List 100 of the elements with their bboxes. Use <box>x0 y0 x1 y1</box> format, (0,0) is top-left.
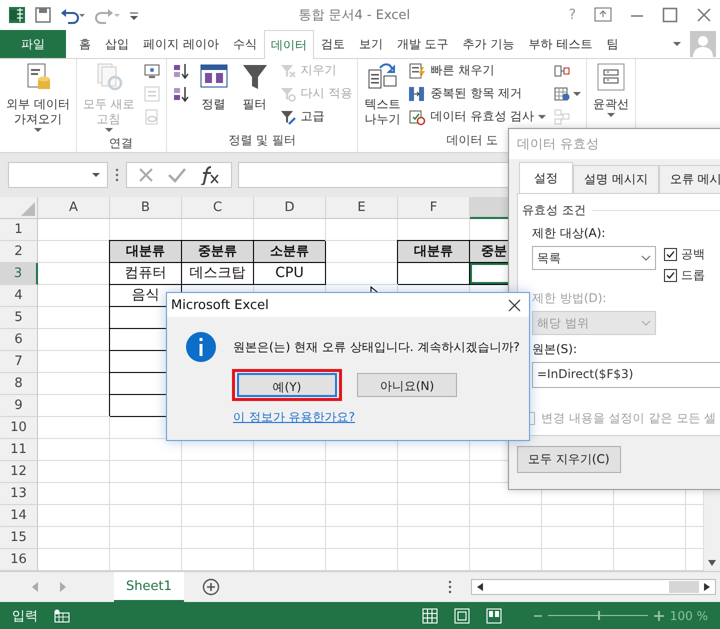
group-label: 정렬 및 필터 <box>228 132 296 149</box>
dialog-tab[interactable]: 오류 메시 <box>658 165 720 193</box>
zoom-in-icon[interactable] <box>654 610 664 620</box>
checkbox-option[interactable]: 드롭 <box>664 267 705 284</box>
monitor-icon[interactable] <box>142 62 161 80</box>
table-cell <box>398 527 470 549</box>
ribbon-button[interactable]: 외부 데이터 가져오기 <box>3 59 73 152</box>
table-cell <box>110 483 182 505</box>
table-cell <box>542 527 614 549</box>
row-header[interactable]: 14 <box>0 505 38 527</box>
scroll-down-icon[interactable] <box>707 559 717 567</box>
table-cell <box>326 483 398 505</box>
ribbon-button[interactable]: 텍스트 나누기 <box>361 59 404 132</box>
scroll-left-icon[interactable] <box>476 582 484 592</box>
sort-ascending-icon[interactable] <box>172 62 190 80</box>
what-if-icon[interactable] <box>553 84 572 102</box>
dialog-title: 데이터 유효성 <box>509 129 720 159</box>
function-icon[interactable] <box>199 165 221 185</box>
row-header[interactable]: 1 <box>0 219 38 241</box>
row-header[interactable]: 9 <box>0 395 38 417</box>
table-cell <box>38 461 110 483</box>
table-cell <box>470 527 542 549</box>
row-header[interactable]: 8 <box>0 373 38 395</box>
caret-icon[interactable] <box>91 171 101 179</box>
ribbon-tab[interactable]: 데이터 <box>264 30 314 59</box>
row-header[interactable]: 5 <box>0 307 38 329</box>
checkbox[interactable] <box>664 269 677 282</box>
ribbon-button[interactable]: 필터 <box>236 59 274 132</box>
table-cell <box>38 483 110 505</box>
checkbox[interactable] <box>664 248 677 261</box>
source-field[interactable]: =InDirect($F$3) <box>532 362 720 388</box>
ribbon-button[interactable]: 중복된 항목 제거 <box>406 82 548 105</box>
table-cell <box>254 461 326 483</box>
checkbox-option[interactable]: 공백 <box>664 246 705 263</box>
dialog-tab[interactable]: 설명 메시지 <box>573 165 659 193</box>
undo-icon[interactable] <box>60 6 86 24</box>
table-cell <box>38 527 110 549</box>
data-validation-icon <box>408 108 426 126</box>
table-cell: 데스크탑 <box>182 263 254 285</box>
ribbon-tab[interactable]: 파일 <box>0 30 66 58</box>
allow-dropdown[interactable]: 목록 <box>532 246 656 270</box>
column-header[interactable]: A <box>38 197 110 219</box>
page-break-icon[interactable] <box>486 608 502 624</box>
ribbon-button[interactable]: 빠른 채우기 <box>406 59 548 82</box>
table-cell <box>254 505 326 527</box>
scroll-right-icon[interactable] <box>703 582 711 592</box>
table-cell <box>542 505 614 527</box>
horizontal-scrollbar[interactable] <box>471 579 716 595</box>
dialog-button[interactable]: 아니요(N) <box>357 373 457 397</box>
row-header[interactable]: 13 <box>0 483 38 505</box>
row-header[interactable]: 11 <box>0 439 38 461</box>
ribbon-button[interactable]: 데이터 유효성 검사 <box>406 105 548 128</box>
row-header[interactable]: 10 <box>0 417 38 439</box>
page-layout-icon[interactable] <box>454 608 470 624</box>
dialog-button[interactable]: 예(Y) <box>237 373 337 397</box>
caret-icon <box>104 127 113 133</box>
caret-icon[interactable] <box>672 40 682 48</box>
maximize-icon[interactable] <box>662 7 678 23</box>
row-header[interactable]: 12 <box>0 461 38 483</box>
ribbon-button[interactable]: 정렬 <box>194 59 233 132</box>
row-header[interactable]: 2 <box>0 241 38 263</box>
table-cell <box>182 527 254 549</box>
column-header[interactable]: C <box>182 197 254 219</box>
ribbon-button[interactable]: 고급 <box>276 105 354 128</box>
dialog-tab[interactable]: 설정 <box>519 162 573 193</box>
row-header[interactable]: 4 <box>0 285 38 307</box>
table-cell: 소분류 <box>254 241 326 263</box>
table-cell <box>38 439 110 461</box>
more-icon[interactable] <box>447 580 453 594</box>
table-cell <box>326 505 398 527</box>
feedback-link[interactable]: 이 정보가 유용한가요? <box>167 397 529 426</box>
row-header[interactable]: 15 <box>0 527 38 549</box>
table-cell <box>254 527 326 549</box>
row-header[interactable]: 6 <box>0 329 38 351</box>
close-icon[interactable] <box>508 298 521 312</box>
table-cell <box>398 505 470 527</box>
dialog-message: 원본은(는) 현재 오류 상태입니다. 계속하시겠습니까? <box>233 338 520 356</box>
caret-icon[interactable] <box>573 90 582 96</box>
sheet-tab[interactable]: Sheet1 <box>114 572 184 602</box>
save-icon[interactable] <box>34 6 52 24</box>
column-header[interactable]: F <box>398 197 470 219</box>
table-cell <box>110 461 182 483</box>
add-sheet-icon[interactable] <box>202 578 220 596</box>
more-icon[interactable] <box>114 167 120 183</box>
row-header[interactable]: 7 <box>0 351 38 373</box>
column-header[interactable]: E <box>326 197 398 219</box>
row-header[interactable]: 3 <box>0 263 38 285</box>
chevron-down-icon <box>641 255 651 261</box>
column-header[interactable]: B <box>110 197 182 219</box>
field-label: 제한 방법(D): <box>531 290 608 307</box>
clear-all-button[interactable]: 모두 지우기(C) <box>517 446 621 473</box>
row-header[interactable]: 16 <box>0 549 38 571</box>
sort-descending-icon[interactable] <box>172 84 190 102</box>
normal-view-icon[interactable] <box>422 608 438 624</box>
check-icon[interactable] <box>167 166 187 184</box>
column-header[interactable]: D <box>254 197 326 219</box>
ribbon-display-icon[interactable] <box>594 7 612 23</box>
spreadsheet-logo-icon[interactable] <box>8 6 26 24</box>
macro-record-icon[interactable] <box>54 608 70 622</box>
table-cell <box>326 527 398 549</box>
